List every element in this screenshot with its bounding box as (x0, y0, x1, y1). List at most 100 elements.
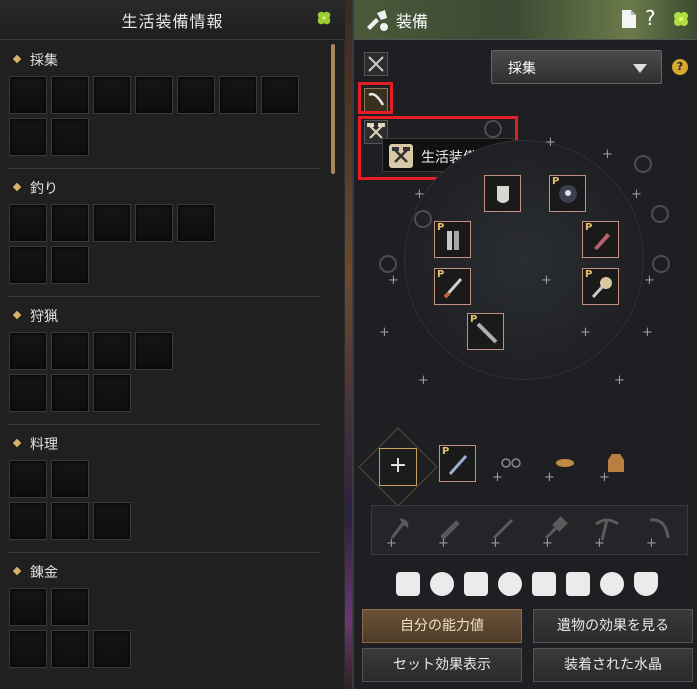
empty-slot-plus[interactable]: + (642, 325, 653, 340)
empty-slot-plus[interactable]: + (418, 373, 429, 388)
empty-slot-plus[interactable]: + (490, 536, 501, 551)
page-icon[interactable] (621, 9, 637, 29)
gear-slot[interactable] (219, 76, 257, 114)
rifle-icon (476, 322, 498, 344)
empty-slot-plus[interactable]: + (602, 147, 613, 162)
gear-slot[interactable] (9, 374, 47, 412)
artifact-effects-button[interactable]: 遺物の効果を見る (533, 609, 693, 643)
gear-slot[interactable] (51, 76, 89, 114)
panel-title: 装備 (396, 12, 429, 31)
gear-slot[interactable] (51, 588, 89, 626)
mask-icon[interactable] (430, 572, 454, 596)
horse-icon[interactable] (396, 572, 420, 596)
gear-slot[interactable] (261, 76, 299, 114)
boots-icon (447, 231, 459, 250)
gear-slot[interactable] (51, 630, 89, 668)
wolf-icon[interactable] (566, 572, 590, 596)
empty-slot-plus[interactable]: + (631, 187, 642, 202)
equipment-panel: 装備 ? 生活装備情報 (352, 0, 697, 689)
equipped-crystals-button[interactable]: 装着された水晶 (533, 648, 693, 682)
help-icon[interactable]: ? (672, 59, 688, 75)
gear-slot[interactable] (93, 374, 131, 412)
sub-weapon-slot[interactable]: P (582, 268, 619, 305)
my-stats-button[interactable]: 自分の能力値 (362, 609, 522, 643)
empty-slot-plus[interactable]: + (541, 273, 552, 288)
gear-slot[interactable] (93, 502, 131, 540)
gloves-slot[interactable] (484, 175, 521, 212)
gear-slot[interactable] (51, 118, 89, 156)
empty-slot-plus[interactable]: + (379, 325, 390, 340)
gear-slot[interactable] (93, 76, 131, 114)
person-icon[interactable] (600, 572, 624, 596)
paw-icon[interactable] (498, 572, 522, 596)
empty-slot-plus[interactable]: + (414, 187, 425, 202)
category-label: 料理 (30, 437, 58, 453)
gear-slot[interactable] (51, 246, 89, 284)
life-gear-header[interactable]: 生活装備情報 (0, 0, 345, 40)
gear-slot[interactable] (93, 332, 131, 370)
lantern-slot[interactable]: P (439, 445, 476, 482)
empty-slot-plus[interactable]: + (614, 373, 625, 388)
gear-slot[interactable] (9, 630, 47, 668)
help-icon[interactable]: ? (645, 6, 656, 30)
boots-slot[interactable]: P (434, 221, 471, 258)
dragon-icon[interactable] (532, 572, 556, 596)
empty-slot-plus[interactable]: + (646, 536, 657, 551)
gear-slot[interactable] (177, 204, 215, 242)
divider (8, 552, 320, 553)
scrollbar[interactable] (329, 40, 337, 689)
gear-slot[interactable] (135, 204, 173, 242)
helmet-slot[interactable]: P (549, 175, 586, 212)
awakening-weapon-slot[interactable]: P (467, 313, 504, 350)
armor-slot[interactable]: P (582, 221, 619, 258)
gear-slot[interactable] (9, 460, 47, 498)
gear-slot[interactable] (9, 246, 47, 284)
empty-slot-plus[interactable]: + (545, 135, 556, 150)
gear-slot[interactable] (51, 460, 89, 498)
gear-slot[interactable] (93, 630, 131, 668)
panel-title: 生活装備情報 (121, 12, 224, 31)
costume-toggle-row (394, 572, 664, 598)
gear-slot[interactable] (9, 588, 47, 626)
crossed-swords-icon (368, 56, 384, 72)
gear-slot[interactable] (135, 332, 173, 370)
shield-icon[interactable] (634, 572, 658, 596)
gear-slot[interactable] (9, 332, 47, 370)
character-circle (404, 140, 644, 380)
gear-slot[interactable] (9, 502, 47, 540)
gear-slot[interactable] (135, 76, 173, 114)
gear-slot[interactable] (93, 204, 131, 242)
empty-slot-plus[interactable]: + (438, 536, 449, 551)
clover-icon[interactable] (315, 9, 333, 27)
scrollbar-thumb[interactable] (331, 44, 335, 174)
empty-slot-plus[interactable]: + (492, 470, 503, 485)
empty-slot-plus[interactable]: + (580, 325, 591, 340)
empty-slot-plus[interactable]: + (388, 273, 399, 288)
gear-slot[interactable] (177, 76, 215, 114)
equipment-header[interactable]: 装備 ? (354, 0, 697, 40)
category-list[interactable]: 採集 釣り 狩猟 料理 錬金 (0, 40, 345, 689)
tool-slots: + + + + + + (371, 505, 688, 555)
gear-slot[interactable] (9, 118, 47, 156)
add-slot-button[interactable]: + (379, 448, 417, 486)
gear-slot[interactable] (51, 332, 89, 370)
empty-slot-plus[interactable]: + (644, 273, 655, 288)
gear-type-select[interactable]: 採集 (491, 50, 662, 84)
main-weapon-slot[interactable]: P (434, 268, 471, 305)
combat-gear-tab[interactable] (364, 52, 388, 76)
empty-slot-plus[interactable]: + (544, 470, 555, 485)
empty-slot-plus[interactable]: + (594, 536, 605, 551)
cat-icon[interactable] (464, 572, 488, 596)
gear-slot[interactable] (9, 76, 47, 114)
gear-slot[interactable] (51, 374, 89, 412)
gear-slot[interactable] (51, 204, 89, 242)
gear-slot[interactable] (51, 502, 89, 540)
accessory-row: + P + + + (354, 427, 697, 507)
empty-slot-plus[interactable]: + (386, 536, 397, 551)
life-gear-panel: 生活装備情報 採集 釣り 狩猟 料理 錬金 (0, 0, 345, 689)
empty-slot-plus[interactable]: + (542, 536, 553, 551)
ring-slot-ghost-icon (652, 255, 670, 273)
clover-icon[interactable] (671, 9, 691, 29)
gear-slot[interactable] (9, 204, 47, 242)
set-effect-button[interactable]: セット効果表示 (362, 648, 522, 682)
